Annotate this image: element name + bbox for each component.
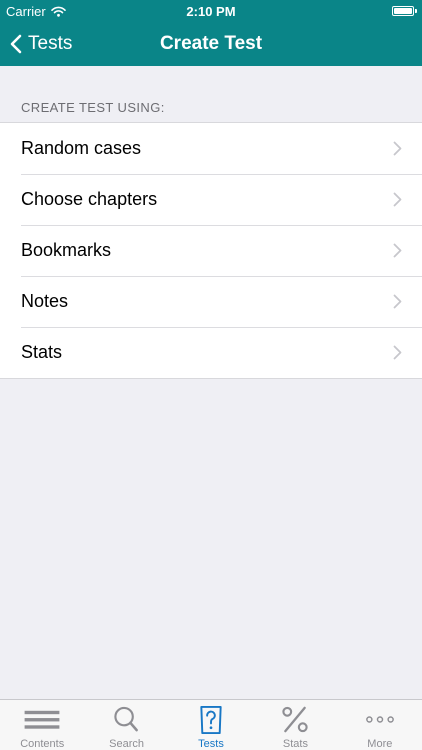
tab-label: Contents bbox=[20, 738, 65, 750]
chevron-right-icon bbox=[393, 192, 402, 207]
option-random-cases[interactable]: Random cases bbox=[0, 123, 422, 174]
chevron-right-icon bbox=[393, 243, 402, 258]
option-label: Notes bbox=[21, 291, 69, 311]
option-label: Stats bbox=[21, 342, 63, 362]
section-header: CREATE TEST USING: bbox=[21, 100, 165, 115]
tab-tests[interactable]: Tests bbox=[169, 700, 253, 750]
top-bar: Carrier 2:10 PM Tests Create Test bbox=[0, 0, 422, 66]
option-choose-chapters[interactable]: Choose chapters bbox=[0, 174, 422, 225]
option-notes[interactable]: Notes bbox=[0, 276, 422, 327]
tab-contents[interactable]: Contents bbox=[0, 700, 84, 750]
chevron-right-icon bbox=[393, 141, 402, 156]
battery-fill bbox=[394, 8, 412, 14]
tab-stats[interactable]: Stats bbox=[253, 700, 337, 750]
option-label: Choose chapters bbox=[21, 189, 158, 209]
navigation-bar: Tests Create Test bbox=[0, 22, 422, 66]
tab-label: Search bbox=[109, 738, 145, 750]
option-label: Bookmarks bbox=[21, 240, 112, 260]
chevron-right-icon bbox=[393, 345, 402, 360]
search-icon bbox=[113, 706, 138, 732]
more-icon bbox=[365, 716, 394, 723]
tab-search[interactable]: Search bbox=[84, 700, 168, 750]
chevron-right-icon bbox=[393, 294, 402, 309]
tab-more[interactable]: More bbox=[338, 700, 422, 750]
option-stats[interactable]: Stats bbox=[0, 327, 422, 378]
option-bookmarks[interactable]: Bookmarks bbox=[0, 225, 422, 276]
page-title: Create Test bbox=[159, 33, 263, 54]
tab-label: Tests bbox=[198, 738, 224, 750]
option-label: Random cases bbox=[21, 138, 142, 158]
status-time: 2:10 PM bbox=[186, 4, 236, 19]
battery-icon bbox=[392, 6, 417, 16]
question-document-icon bbox=[200, 705, 222, 734]
battery-tip bbox=[415, 9, 417, 13]
tab-bar: Contents Search Tests Stats More bbox=[0, 699, 422, 750]
status-bar: Carrier 2:10 PM bbox=[0, 0, 422, 22]
create-test-options-list: Random cases Choose chapters Bookmarks N… bbox=[0, 122, 422, 379]
tab-label: Stats bbox=[282, 738, 308, 750]
tab-label: More bbox=[367, 738, 393, 750]
percent-icon bbox=[282, 706, 309, 733]
list-icon bbox=[24, 710, 60, 729]
